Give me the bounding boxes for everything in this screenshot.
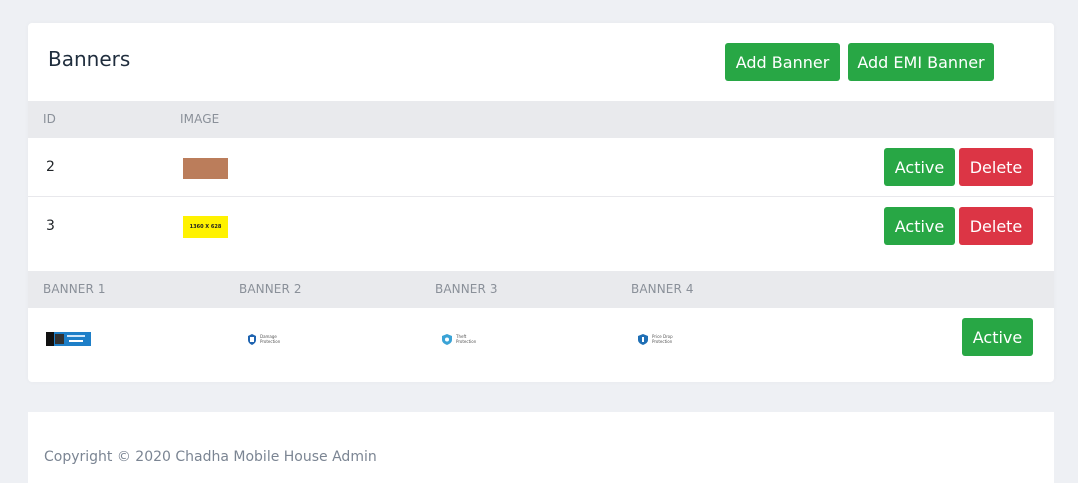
banner-id: 3 bbox=[46, 218, 55, 234]
footer: Copyright © 2020 Chadha Mobile House Adm… bbox=[28, 412, 1054, 483]
column-header-id: ID bbox=[43, 112, 56, 126]
banners-table-header: ID IMAGE bbox=[28, 101, 1054, 138]
active-button[interactable]: Active bbox=[884, 148, 955, 186]
add-emi-banner-button[interactable]: Add EMI Banner bbox=[848, 43, 994, 81]
shield-icon bbox=[248, 333, 256, 345]
banner-thumbnail bbox=[183, 158, 228, 179]
banner-thumbnail: 1360 X 628 bbox=[183, 216, 228, 238]
add-banner-button[interactable]: Add Banner bbox=[725, 43, 840, 81]
table-row: 3 1360 X 628 Active Delete bbox=[28, 197, 1054, 256]
copyright-text: Copyright © 2020 Chadha Mobile House Adm… bbox=[44, 449, 377, 465]
column-header-banner-1: BANNER 1 bbox=[43, 282, 106, 296]
active-button[interactable]: Active bbox=[884, 207, 955, 245]
column-header-banner-3: BANNER 3 bbox=[435, 282, 498, 296]
shield-icon bbox=[638, 333, 648, 345]
banner-id: 2 bbox=[46, 159, 55, 175]
active-button[interactable]: Active bbox=[962, 318, 1033, 356]
banner-2-thumbnail: Damage Protection bbox=[248, 331, 284, 347]
column-header-image: IMAGE bbox=[180, 112, 220, 126]
thumbnail-text: 1360 X 628 bbox=[189, 224, 222, 230]
table-row: 2 Active Delete bbox=[28, 138, 1054, 197]
banners-card: Banners Add Banner Add EMI Banner ID IMA… bbox=[28, 23, 1054, 382]
column-header-banner-2: BANNER 2 bbox=[239, 282, 302, 296]
banner-1-thumbnail bbox=[46, 332, 91, 346]
emi-banners-table-header: BANNER 1 BANNER 2 BANNER 3 BANNER 4 bbox=[28, 271, 1054, 308]
column-header-banner-4: BANNER 4 bbox=[631, 282, 694, 296]
delete-button[interactable]: Delete bbox=[959, 148, 1033, 186]
shield-icon bbox=[442, 333, 452, 345]
delete-button[interactable]: Delete bbox=[959, 207, 1033, 245]
banner-4-thumbnail: Price Drop Protection bbox=[638, 331, 678, 347]
table-row: Damage Protection Theft Protection Price… bbox=[28, 308, 1054, 382]
banner-3-thumbnail: Theft Protection bbox=[442, 331, 480, 347]
page-title: Banners bbox=[48, 47, 131, 71]
